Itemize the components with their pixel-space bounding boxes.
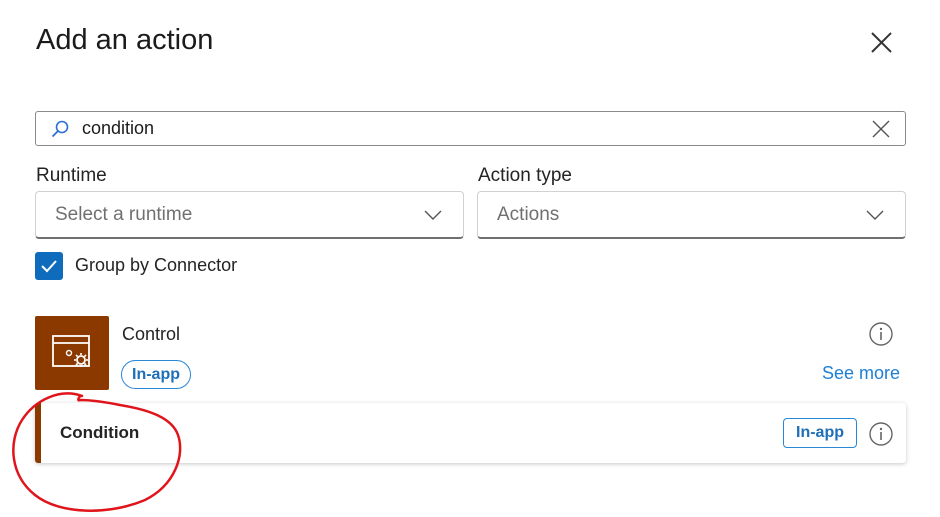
- group-by-connector-checkbox[interactable]: [35, 252, 63, 280]
- search-input[interactable]: condition: [82, 118, 154, 139]
- chevron-down-icon: [424, 210, 442, 220]
- action-info-button[interactable]: [868, 421, 894, 447]
- connector-inapp-badge: In-app: [121, 360, 191, 389]
- close-icon: [871, 32, 892, 53]
- checkmark-icon: [41, 260, 57, 273]
- window-gear-icon: [52, 335, 90, 367]
- connector-name: Control: [122, 324, 181, 344]
- action-item-condition[interactable]: Condition: [35, 403, 906, 463]
- action-accent-bar: [35, 403, 41, 463]
- close-button[interactable]: [866, 28, 896, 58]
- group-by-connector-label: Group by Connector: [75, 255, 238, 275]
- info-icon: [869, 422, 893, 446]
- action-type-label: Action type: [478, 165, 572, 186]
- action-inapp-badge: In-app: [783, 418, 857, 448]
- runtime-placeholder: Select a runtime: [55, 204, 193, 225]
- action-name: Condition: [60, 423, 140, 442]
- search-icon: [51, 120, 69, 138]
- clear-icon[interactable]: [871, 119, 891, 139]
- chevron-down-icon: [866, 210, 884, 220]
- runtime-dropdown[interactable]: Select a runtime: [35, 191, 464, 239]
- control-connector-icon: [35, 316, 109, 390]
- action-type-value: Actions: [497, 204, 560, 225]
- action-type-dropdown[interactable]: Actions: [477, 191, 906, 239]
- search-box[interactable]: condition: [35, 111, 906, 146]
- connector-info-button[interactable]: [868, 321, 894, 347]
- runtime-label: Runtime: [36, 165, 107, 186]
- info-icon: [869, 322, 893, 346]
- see-more-link[interactable]: See more: [822, 363, 900, 384]
- dialog-title: Add an action: [36, 24, 214, 56]
